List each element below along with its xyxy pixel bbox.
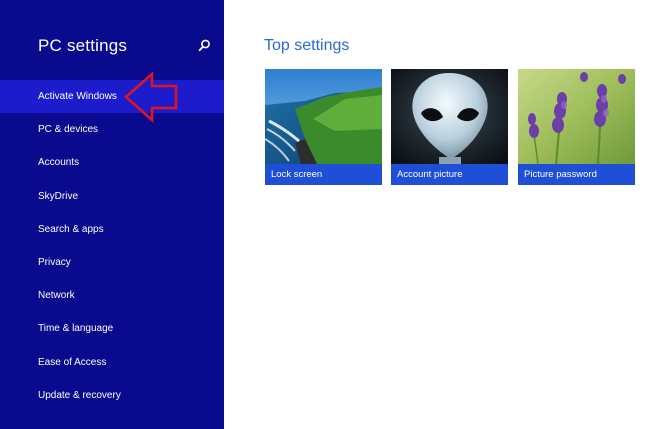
tile-label: Lock screen (265, 164, 382, 185)
tile-lock-screen[interactable]: Lock screen (265, 69, 382, 185)
sidebar: PC settings Activate Windows PC & device… (0, 0, 224, 429)
tile-label: Account picture (391, 164, 508, 185)
nav-item-label: PC & devices (38, 124, 99, 136)
nav-item-label: Activate Windows (38, 91, 117, 102)
lavender-image (518, 69, 635, 164)
search-button[interactable] (196, 38, 212, 54)
coastline-image (265, 69, 382, 164)
nav-item-update-recovery[interactable]: Update & recovery (0, 379, 224, 412)
sidebar-title: PC settings (38, 36, 128, 55)
nav-item-label: Network (38, 290, 75, 302)
nav-item-label: Privacy (38, 256, 71, 268)
nav-item-privacy[interactable]: Privacy (0, 246, 224, 279)
nav-item-label: Search & apps (38, 223, 104, 235)
nav-item-label: Time & language (38, 323, 114, 335)
nav-item-accounts[interactable]: Accounts (0, 146, 224, 179)
nav-item-label: SkyDrive (38, 190, 79, 202)
tile-picture-password[interactable]: Picture password (518, 69, 635, 185)
nav-item-network[interactable]: Network (0, 279, 224, 312)
pc-settings-window: PC settings Activate Windows PC & device… (0, 0, 645, 429)
page-title: Top settings (264, 37, 350, 54)
nav-item-activate-windows[interactable]: Activate Windows (0, 80, 224, 114)
nav-item-time-language[interactable]: Time & language (0, 312, 224, 345)
tile-account-picture[interactable]: Account picture (391, 69, 508, 185)
nav-item-ease-of-access[interactable]: Ease of Access (0, 346, 224, 379)
nav-item-label: Ease of Access (38, 356, 107, 368)
nav-item-skydrive[interactable]: SkyDrive (0, 180, 224, 213)
nav-item-label: Accounts (38, 157, 80, 169)
nav-item-search-apps[interactable]: Search & apps (0, 213, 224, 246)
search-icon (198, 39, 210, 52)
settings-nav: Activate Windows PC & devices Accounts S… (0, 80, 224, 412)
nav-item-pc-devices[interactable]: PC & devices (0, 113, 224, 146)
tile-label: Picture password (518, 164, 635, 185)
nav-item-label: Update & recovery (38, 389, 121, 401)
alien-image (391, 69, 508, 164)
